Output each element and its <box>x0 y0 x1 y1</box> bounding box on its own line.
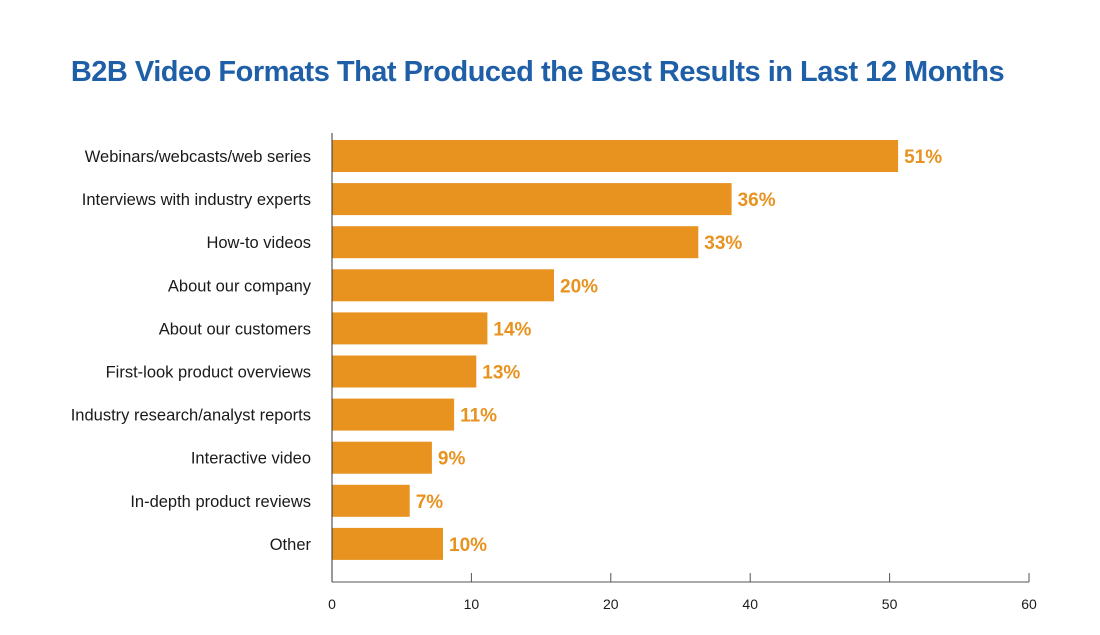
value-label: 11% <box>460 406 497 427</box>
category-label: About our customers <box>159 320 311 338</box>
category-label: How-to videos <box>206 234 311 252</box>
bar <box>332 441 432 474</box>
bars-group: Webinars/webcasts/web series 51% Interview… <box>71 140 942 560</box>
bar <box>332 484 410 517</box>
category-label: Industry research/analyst reports <box>71 407 311 425</box>
value-label: 51% <box>904 147 942 168</box>
value-label: 36% <box>738 190 776 211</box>
x-tick-label: 10 <box>464 596 480 612</box>
category-label: First-look product overviews <box>106 364 311 382</box>
category-label: Interactive video <box>191 450 311 468</box>
x-tick-label: 60 <box>1021 596 1037 612</box>
category-label: In-depth product reviews <box>130 493 311 511</box>
value-label: 9% <box>438 449 466 470</box>
category-label: Other <box>270 536 312 554</box>
category-label: Webinars/webcasts/web series <box>85 148 311 166</box>
value-label: 14% <box>493 319 531 340</box>
bar <box>332 355 477 388</box>
bar <box>332 269 554 302</box>
value-label: 10% <box>449 535 487 556</box>
bar <box>332 527 443 560</box>
bar <box>332 398 455 431</box>
bar <box>332 140 899 172</box>
category-label: About our company <box>168 277 312 295</box>
value-label: 13% <box>482 363 520 384</box>
value-label: 7% <box>416 492 444 513</box>
x-tick-label: 20 <box>603 596 619 612</box>
x-tick-label: 0 <box>328 596 336 612</box>
bar <box>332 312 488 345</box>
x-tick-label: 40 <box>742 596 758 612</box>
x-tick-label: 50 <box>882 596 898 612</box>
bar <box>332 226 699 259</box>
category-label: Interviews with industry experts <box>82 191 311 209</box>
value-label: 20% <box>560 276 598 297</box>
value-label: 33% <box>704 233 742 254</box>
bar <box>332 183 732 216</box>
bar-chart: Webinars/webcasts/web series 51% Interview… <box>71 133 1037 612</box>
